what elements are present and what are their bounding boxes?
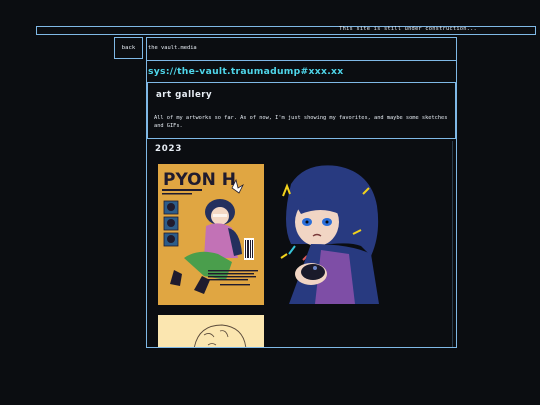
sketch-image xyxy=(158,315,264,347)
page-path: sys://the-vault.traumadump#xxx.xx xyxy=(148,66,344,77)
divider xyxy=(147,60,456,61)
year-heading: 2023 xyxy=(155,144,183,154)
gallery-description: All of my artworks so far. As of now, I'… xyxy=(154,115,448,129)
banner-text: This site is still under construction... xyxy=(339,26,477,32)
artwork-thumbnail-pyon-h[interactable]: PYON H xyxy=(158,164,264,305)
main-window: the vault.media sys://the-vault.traumadu… xyxy=(146,37,457,348)
page-title: art gallery xyxy=(156,90,213,100)
gallery-header: art gallery All of my artworks so far. A… xyxy=(147,83,456,139)
portrait-image xyxy=(273,164,380,305)
scrollbar[interactable] xyxy=(452,141,453,347)
artwork-thumbnail-sketch[interactable] xyxy=(158,315,264,347)
construction-banner: This site is still under construction... xyxy=(36,26,536,35)
cover-title: PYON H xyxy=(163,170,236,190)
site-name: the vault.media xyxy=(148,45,197,51)
artwork-thumbnail-portrait[interactable] xyxy=(273,164,380,305)
back-button[interactable]: back xyxy=(114,37,143,59)
pyon-h-cover-image: PYON H xyxy=(158,164,264,305)
